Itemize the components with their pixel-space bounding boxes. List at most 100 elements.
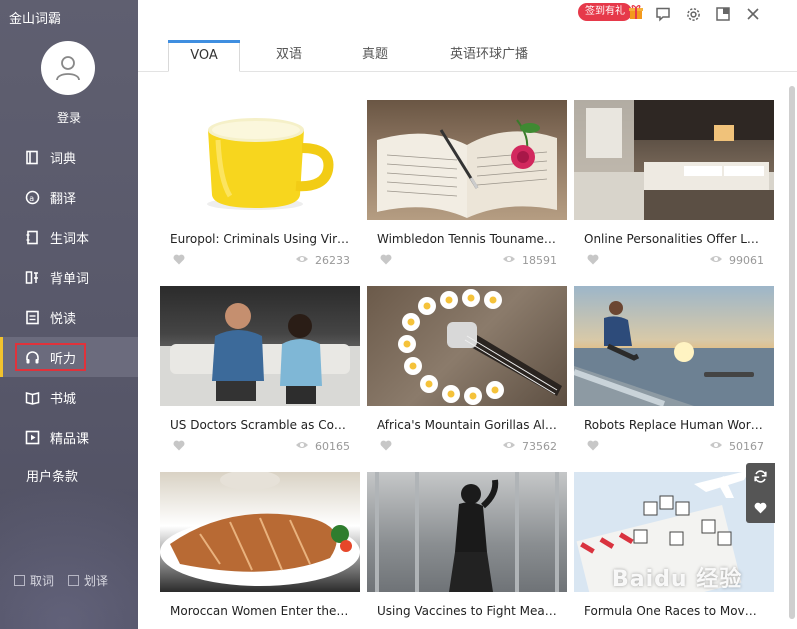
tab-bilingual[interactable]: 双语 xyxy=(258,40,320,72)
app-title: 金山词霸 xyxy=(9,12,62,27)
sidebar-item-courses[interactable]: 精品课 xyxy=(0,417,138,457)
watermark: Baidu 经验 xyxy=(612,567,743,592)
view-count: 73562 xyxy=(502,440,557,453)
translate-icon: a xyxy=(24,189,40,205)
checkin-gift-badge[interactable]: 签到有礼 xyxy=(578,3,632,21)
login-link[interactable]: 登录 xyxy=(0,109,138,126)
eye-icon xyxy=(709,254,723,267)
refresh-icon[interactable] xyxy=(753,469,768,488)
capture-word-checkbox[interactable] xyxy=(14,575,25,586)
gear-icon[interactable] xyxy=(684,5,702,23)
sidebar-item-bookstore[interactable]: 书城 xyxy=(0,377,138,417)
article-thumbnail[interactable] xyxy=(160,472,360,592)
article-meta: 50167 xyxy=(574,440,774,454)
article-card[interactable]: US Doctors Scramble as Coro... 60165 xyxy=(160,286,360,454)
article-title[interactable]: Formula One Races to Move ... xyxy=(574,604,764,618)
article-title[interactable]: Wimbledon Tennis Tounamen... xyxy=(367,232,557,246)
article-card[interactable]: Moroccan Women Enter the ... xyxy=(160,472,360,618)
article-card[interactable]: Wimbledon Tennis Tounamen... 18591 xyxy=(367,100,567,268)
heart-icon[interactable] xyxy=(173,254,185,268)
scrollbar-thumb[interactable] xyxy=(789,86,795,619)
view-count-value: 99061 xyxy=(729,254,764,267)
eye-icon xyxy=(295,440,309,453)
article-thumbnail[interactable] xyxy=(367,100,567,220)
article-thumbnail[interactable] xyxy=(367,286,567,406)
sidebar-item-label: 书城 xyxy=(50,391,77,407)
sidebar-item-label: 精品课 xyxy=(50,431,90,447)
article-title[interactable]: US Doctors Scramble as Coro... xyxy=(160,418,350,432)
heart-icon[interactable] xyxy=(380,440,392,454)
article-card[interactable]: Online Personalities Offer Lau... 99061 xyxy=(574,100,774,268)
article-title[interactable]: Using Vaccines to Fight Meas... xyxy=(367,604,557,618)
article-thumbnail[interactable] xyxy=(160,286,360,406)
highlight-box xyxy=(15,343,86,371)
tab-bar: VOA 双语 真题 英语环球广播 xyxy=(138,40,797,72)
article-thumbnail[interactable] xyxy=(367,472,567,592)
open-book-icon xyxy=(24,389,40,405)
article-title[interactable]: Robots Replace Human Work... xyxy=(574,418,764,432)
eye-icon xyxy=(502,440,516,453)
article-grid: Europol: Criminals Using Viru... 26233 W… xyxy=(138,73,797,629)
article-card[interactable]: Africa's Mountain Gorillas Als... 73562 xyxy=(367,286,567,454)
view-count-value: 60165 xyxy=(315,440,350,453)
sidebar-item-translate[interactable]: a 翻译 xyxy=(0,177,138,217)
content-scrollbar[interactable] xyxy=(789,86,795,619)
article-title[interactable]: Africa's Mountain Gorillas Als... xyxy=(367,418,557,432)
option-capture-word[interactable]: 取词 xyxy=(14,572,54,589)
window-mode-icon[interactable] xyxy=(714,5,732,23)
tab-voa[interactable]: VOA xyxy=(168,40,240,72)
svg-text:a: a xyxy=(29,193,34,202)
article-thumbnail[interactable] xyxy=(574,286,774,406)
article-title[interactable]: Online Personalities Offer Lau... xyxy=(574,232,764,246)
sidebar-item-memorize[interactable]: 背单词 xyxy=(0,257,138,297)
sidebar-nav: 词典 a 翻译 生词本 背单词 悦读 听力 书城 精品课 xyxy=(0,137,138,457)
close-icon[interactable] xyxy=(744,5,762,23)
heart-icon[interactable] xyxy=(587,254,599,268)
sidebar-item-label: 生词本 xyxy=(50,231,90,247)
option-select-translate[interactable]: 划译 xyxy=(68,572,108,589)
memorize-icon xyxy=(24,269,40,285)
sidebar-item-label: 词典 xyxy=(50,151,77,167)
option-label: 取词 xyxy=(30,574,55,588)
view-count: 60165 xyxy=(295,440,350,453)
sidebar-item-listening[interactable]: 听力 xyxy=(0,337,138,377)
article-card[interactable]: Europol: Criminals Using Viru... 26233 xyxy=(160,100,360,268)
view-count-value: 26233 xyxy=(315,254,350,267)
view-count: 18591 xyxy=(502,254,557,267)
view-count-value: 50167 xyxy=(729,440,764,453)
article-card[interactable]: Robots Replace Human Work... 50167 xyxy=(574,286,774,454)
heart-icon[interactable] xyxy=(587,440,599,454)
tab-exam[interactable]: 真题 xyxy=(344,40,406,72)
favorite-heart-icon[interactable] xyxy=(754,499,767,518)
eye-icon xyxy=(709,440,723,453)
view-count: 50167 xyxy=(709,440,764,453)
sidebar-item-vocab[interactable]: 生词本 xyxy=(0,217,138,257)
user-terms-link[interactable]: 用户条款 xyxy=(26,466,78,485)
avatar[interactable] xyxy=(41,41,95,95)
article-thumbnail[interactable] xyxy=(574,100,774,220)
sidebar-item-reading[interactable]: 悦读 xyxy=(0,297,138,337)
heart-icon[interactable] xyxy=(380,254,392,268)
article-meta: 18591 xyxy=(367,254,567,268)
gift-icon[interactable] xyxy=(628,4,644,24)
view-count: 26233 xyxy=(295,254,350,267)
bottom-options: 取词 划译 xyxy=(14,572,108,589)
article-title[interactable]: Moroccan Women Enter the ... xyxy=(160,604,350,618)
sidebar-item-dictionary[interactable]: 词典 xyxy=(0,137,138,177)
article-title[interactable]: Europol: Criminals Using Viru... xyxy=(160,232,350,246)
video-icon xyxy=(24,429,40,445)
option-label: 划译 xyxy=(84,574,109,588)
notebook-icon xyxy=(24,229,40,245)
heart-icon[interactable] xyxy=(173,440,185,454)
eye-icon xyxy=(502,254,516,267)
tab-global-radio[interactable]: 英语环球广播 xyxy=(434,40,544,72)
eye-icon xyxy=(295,254,309,267)
feedback-icon[interactable] xyxy=(654,5,672,23)
sidebar-item-label: 翻译 xyxy=(50,191,77,207)
article-card[interactable]: Using Vaccines to Fight Meas... xyxy=(367,472,567,618)
article-card[interactable]: Formula One Races to Move ... xyxy=(574,472,774,618)
title-bar: 签到有礼 xyxy=(138,0,797,30)
article-thumbnail[interactable] xyxy=(160,100,360,220)
floating-toolbar xyxy=(746,463,775,523)
select-translate-checkbox[interactable] xyxy=(68,575,80,586)
